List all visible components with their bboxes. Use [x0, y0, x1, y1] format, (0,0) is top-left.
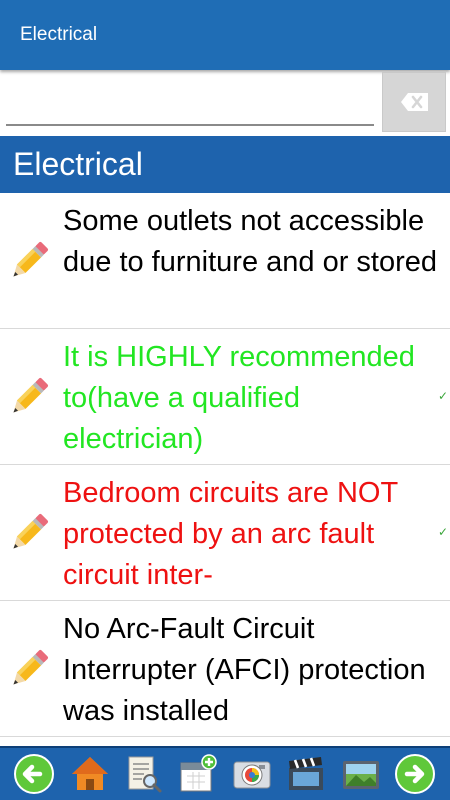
check-mark-icon: ✓ — [438, 389, 449, 403]
pencil-icon[interactable] — [7, 509, 51, 557]
back-arrow-icon[interactable] — [13, 753, 55, 795]
bottom-toolbar — [0, 746, 450, 800]
pencil-icon[interactable] — [7, 373, 51, 421]
item-text: No Arc-Fault Circuit Interrupter (AFCI) … — [63, 613, 426, 727]
list-item[interactable]: It is HIGHLY recommended to(have a quali… — [0, 329, 450, 465]
pencil-icon[interactable] — [7, 645, 51, 693]
comment-list: Some outlets not accessible due to furni… — [0, 193, 450, 737]
item-text: It is HIGHLY recommended to(have a quali… — [63, 341, 415, 455]
camera-icon[interactable] — [231, 753, 273, 795]
photo-gallery-icon[interactable] — [340, 753, 382, 795]
item-text: Some outlets not accessible due to furni… — [63, 205, 438, 278]
check-mark-icon: ✓ — [438, 525, 449, 539]
document-search-icon[interactable] — [122, 753, 164, 795]
list-item[interactable]: No Arc-Fault Circuit Interrupter (AFCI) … — [0, 601, 450, 737]
video-clapper-icon[interactable] — [285, 753, 327, 795]
section-title: Electrical — [13, 146, 143, 182]
calendar-add-icon[interactable] — [177, 753, 219, 795]
clear-search-button[interactable] — [382, 72, 446, 132]
section-header: Electrical — [0, 136, 450, 193]
list-item[interactable]: Bedroom circuits are NOT protected by an… — [0, 465, 450, 601]
app-bar: Electrical — [0, 0, 450, 70]
list-item[interactable]: Some outlets not accessible due to furni… — [0, 193, 450, 329]
forward-arrow-icon[interactable] — [394, 753, 436, 795]
backspace-clear-icon — [401, 93, 428, 111]
home-icon[interactable] — [69, 753, 111, 795]
item-text: Bedroom circuits are NOT protected by an… — [63, 477, 398, 591]
search-input[interactable] — [6, 82, 374, 126]
app-title: Electrical — [20, 24, 98, 45]
pencil-icon[interactable] — [7, 237, 51, 285]
